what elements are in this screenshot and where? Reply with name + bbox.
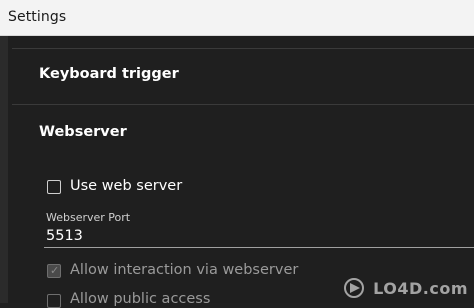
lo4d-watermark: LO4D.com	[343, 277, 468, 299]
webserver-port-label: Webserver Port	[46, 211, 130, 224]
keyboard-trigger-section-header[interactable]: Keyboard trigger	[39, 66, 179, 82]
allow-public-access-label[interactable]: Allow public access	[70, 291, 210, 307]
use-web-server-checkbox[interactable]	[47, 180, 61, 194]
webserver-section-header[interactable]: Webserver	[39, 124, 127, 140]
top-divider	[12, 48, 474, 49]
left-edge-bar	[0, 36, 8, 303]
lo4d-logo-icon	[343, 277, 369, 299]
allow-interaction-checkbox[interactable]: ✓	[47, 264, 61, 278]
webserver-port-input[interactable]	[44, 224, 474, 248]
window-titlebar: Settings	[0, 0, 474, 36]
use-web-server-label[interactable]: Use web server	[70, 178, 182, 194]
allow-public-access-checkbox[interactable]	[47, 294, 61, 308]
section-divider	[12, 104, 474, 105]
window-title: Settings	[8, 9, 66, 25]
watermark-text: LO4D.com	[373, 279, 468, 298]
allow-interaction-label[interactable]: Allow interaction via webserver	[70, 262, 298, 278]
checkmark-icon: ✓	[50, 264, 59, 278]
